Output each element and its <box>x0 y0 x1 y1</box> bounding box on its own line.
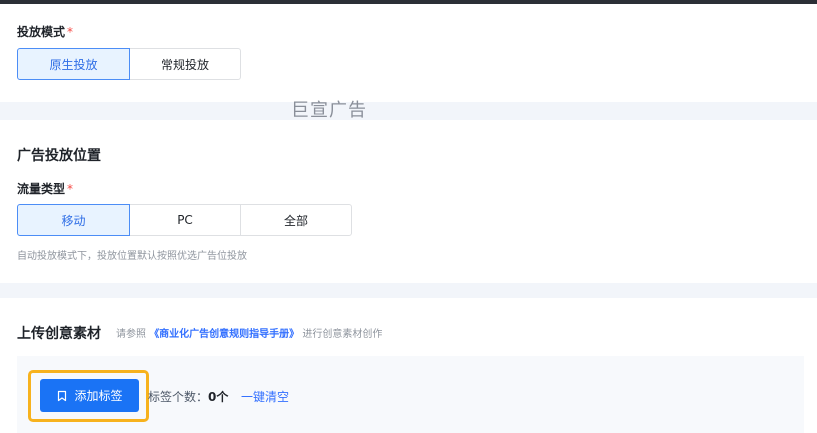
traffic-option-pc[interactable]: PC <box>129 204 241 236</box>
required-mark: * <box>67 182 74 196</box>
tag-count-value: 0个 <box>208 390 229 404</box>
delivery-mode-option-regular[interactable]: 常规投放 <box>129 48 241 80</box>
upload-hint: 请参照 《商业化广告创意规则指导手册》 进行创意素材创作 <box>116 325 382 340</box>
required-mark: * <box>67 25 74 39</box>
bookmark-icon <box>58 390 67 401</box>
upload-section-title: 上传创意素材 <box>17 326 101 342</box>
placement-hint: 自动投放模式下，投放位置默认按照优选广告位投放 <box>17 251 247 262</box>
clear-all-link[interactable]: 一键清空 <box>241 388 289 405</box>
delivery-mode-option-native[interactable]: 原生投放 <box>17 48 130 80</box>
delivery-mode-label: 投放模式 * <box>17 23 73 40</box>
upload-hint-prefix: 请参照 <box>116 329 146 340</box>
traffic-option-all[interactable]: 全部 <box>240 204 352 236</box>
tag-count-label: 标签个数： <box>148 390 209 404</box>
traffic-type-label-text: 流量类型 <box>17 182 66 196</box>
upload-hint-suffix: 进行创意素材创作 <box>302 329 383 340</box>
tag-count: 标签个数：0个 <box>148 388 228 405</box>
guide-manual-link[interactable]: 《商业化广告创意规则指导手册》 <box>149 329 299 340</box>
delivery-mode-label-text: 投放模式 <box>17 25 66 39</box>
watermark-text: 巨宣广告 <box>291 100 367 121</box>
traffic-type-label: 流量类型 * <box>17 180 73 197</box>
delivery-mode-segmented: 原生投放 常规投放 <box>17 48 241 80</box>
traffic-type-segmented: 移动 PC 全部 <box>17 204 352 236</box>
traffic-option-mobile[interactable]: 移动 <box>17 204 130 236</box>
placement-section-title: 广告投放位置 <box>17 148 101 164</box>
add-tag-label: 添加标签 <box>74 389 123 403</box>
add-tag-button[interactable]: 添加标签 <box>40 379 139 412</box>
